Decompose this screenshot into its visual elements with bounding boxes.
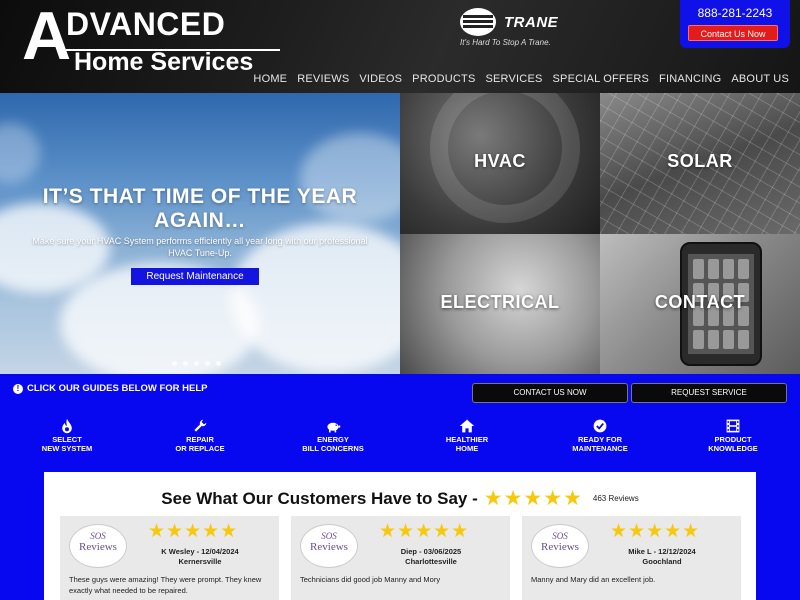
trane-name: TRANE: [504, 14, 559, 31]
guides-heading: ! CLICK OUR GUIDES BELOW FOR HELP: [13, 383, 208, 394]
nav-services[interactable]: SERVICES: [485, 73, 542, 85]
logo-letter: A: [22, 0, 72, 74]
sos-reviews-badge: SOS Reviews: [69, 524, 127, 568]
hero-slider: IT’S THAT TIME OF THE YEAR AGAIN… Make s…: [0, 93, 400, 374]
review-card[interactable]: SOS Reviews ★★★★★ K Wesley - 12/04/2024 Ke…: [60, 516, 279, 600]
guide-line2: OR REPLACE: [175, 443, 225, 453]
hero-title: IT’S THAT TIME OF THE YEAR AGAIN…: [42, 185, 358, 233]
hero-subtitle: Make sure your HVAC System performs effi…: [32, 236, 368, 258]
nav-products[interactable]: PRODUCTS: [412, 73, 475, 85]
reviewer-location: Charlottesville: [405, 557, 457, 567]
reviewer-info: Mike L - 12/12/2024 Goochland: [597, 547, 727, 567]
review-text: Manny and Mary did an excellent job.: [531, 575, 656, 584]
slider-dot[interactable]: [216, 361, 221, 366]
reviewer-location: Kernersville: [178, 557, 222, 567]
tile-solar-label: SOLAR: [667, 151, 733, 171]
nav-special-offers[interactable]: SPECIAL OFFERS: [553, 73, 650, 85]
piggy-bank-icon: [327, 422, 341, 433]
reviews-header: See What Our Customers Have to Say - ★★★…: [44, 486, 756, 511]
overall-rating-stars: ★★★★★: [483, 487, 583, 510]
guide-energy-bill[interactable]: ENERGY BILL CONCERNS: [278, 418, 388, 453]
tile-contact-label: CONTACT: [654, 292, 746, 312]
guides-section: ! CLICK OUR GUIDES BELOW FOR HELP CONTAC…: [0, 374, 800, 600]
wrench-icon: [194, 419, 207, 432]
nav-videos[interactable]: VIDEOS: [359, 73, 402, 85]
review-card[interactable]: SOS Reviews ★★★★★ Mike L - 12/12/2024 Gooc…: [522, 516, 741, 600]
reviews-panel: See What Our Customers Have to Say - ★★★…: [44, 472, 756, 600]
logo-bottom-text: Home Services: [74, 48, 254, 76]
reviewer-name: Mike L - 12/12/2024: [628, 547, 696, 556]
guide-healthier-home[interactable]: HEALTHIER HOME: [412, 418, 522, 453]
sos-reviews-badge: SOS Reviews: [531, 524, 589, 568]
review-count[interactable]: 463 Reviews: [593, 494, 639, 503]
tile-contact[interactable]: CONTACT: [600, 234, 800, 374]
slider-dot[interactable]: [205, 361, 210, 366]
guide-product-knowledge[interactable]: PRODUCT KNOWLEDGE: [678, 418, 788, 453]
company-logo[interactable]: A DVANCED Home Services: [22, 2, 282, 75]
request-service-button[interactable]: REQUEST SERVICE: [631, 383, 787, 403]
guide-ready-for-maintenance[interactable]: READY FOR MAINTENANCE: [545, 418, 655, 453]
guide-select-new-system[interactable]: SELECT NEW SYSTEM: [12, 418, 122, 453]
info-icon: !: [13, 383, 23, 394]
nav-home[interactable]: HOME: [253, 73, 287, 85]
phone-box: 888-281-2243 Contact Us Now: [680, 0, 790, 48]
tile-electrical-label: ELECTRICAL: [440, 292, 560, 312]
review-text: These guys were amazing! They were promp…: [69, 575, 262, 595]
site-header: A DVANCED Home Services TRANE It's Hard …: [0, 0, 800, 93]
slider-dot[interactable]: [172, 361, 177, 366]
logo-top-text: DVANCED: [66, 6, 226, 42]
guide-line2: NEW SYSTEM: [41, 443, 93, 453]
reviewer-info: Diep - 03/06/2025 Charlottesville: [366, 547, 496, 567]
tile-electrical[interactable]: ELECTRICAL: [400, 234, 600, 374]
reviewer-name: K Wesley - 12/04/2024: [161, 547, 239, 556]
reviews-title: See What Our Customers Have to Say -: [161, 488, 478, 508]
contact-us-now-band-button[interactable]: CONTACT US NOW: [472, 383, 628, 403]
slider-dot[interactable]: [194, 361, 199, 366]
guide-line2: BILL CONCERNS: [302, 443, 364, 453]
reviewer-location: Goochland: [642, 557, 682, 567]
reviewer-info: K Wesley - 12/04/2024 Kernersville: [135, 547, 265, 567]
guide-line2: MAINTENANCE: [572, 443, 628, 453]
request-maintenance-button[interactable]: Request Maintenance: [131, 268, 259, 285]
guide-repair-or-replace[interactable]: REPAIR OR REPLACE: [145, 418, 255, 453]
main-nav: HOME REVIEWS VIDEOS PRODUCTS SERVICES SP…: [253, 73, 789, 85]
slider-dot[interactable]: [183, 361, 188, 366]
nav-about-us[interactable]: ABOUT US: [731, 73, 789, 85]
sos-reviews-badge: SOS Reviews: [300, 524, 358, 568]
cloud-shape: [0, 123, 40, 183]
trane-logo[interactable]: TRANE It's Hard To Stop A Trane.: [458, 8, 578, 48]
guides-heading-text: CLICK OUR GUIDES BELOW FOR HELP: [27, 383, 208, 394]
trane-emblem-icon: [460, 8, 496, 36]
reviewer-name: Diep - 03/06/2025: [400, 547, 462, 556]
contact-us-now-button[interactable]: Contact Us Now: [688, 25, 778, 41]
flame-icon: [62, 418, 72, 434]
guide-line2: KNOWLEDGE: [708, 443, 758, 453]
guide-line2: HOME: [455, 443, 479, 453]
home-icon: [459, 419, 475, 433]
film-icon: [726, 419, 740, 433]
review-text: Technicians did good job Manny and Mory: [300, 575, 441, 584]
tile-hvac[interactable]: HVAC: [400, 93, 600, 234]
tile-solar[interactable]: SOLAR: [600, 93, 800, 234]
review-card[interactable]: SOS Reviews ★★★★★ Diep - 03/06/2025 Charlo…: [291, 516, 510, 600]
nav-reviews[interactable]: REVIEWS: [297, 73, 349, 85]
review-stars: ★★★★★: [610, 521, 701, 542]
slider-dots: [172, 361, 221, 366]
check-badge-icon: [593, 419, 607, 433]
tile-hvac-label: HVAC: [474, 151, 526, 171]
nav-financing[interactable]: FINANCING: [659, 73, 721, 85]
trane-tagline: It's Hard To Stop A Trane.: [460, 38, 551, 47]
phone-number[interactable]: 888-281-2243: [680, 6, 790, 20]
review-stars: ★★★★★: [148, 521, 239, 542]
review-stars: ★★★★★: [379, 521, 470, 542]
